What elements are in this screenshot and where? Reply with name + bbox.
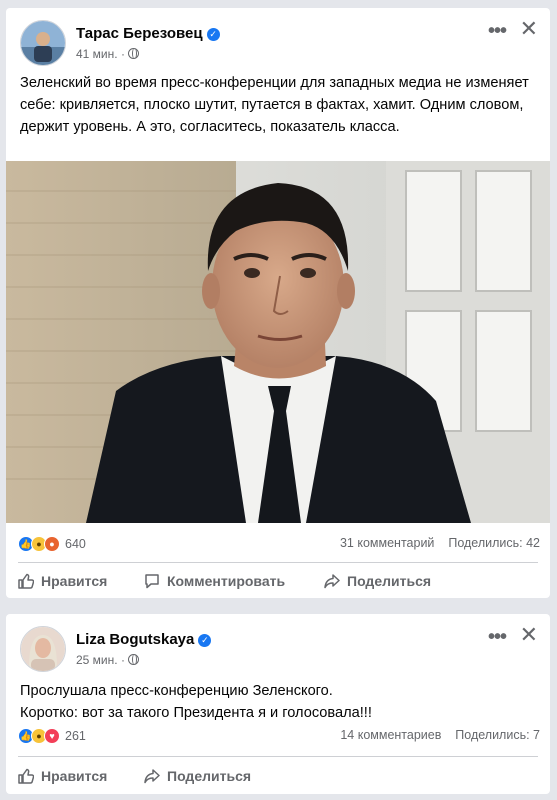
post-meta: 41 мин. · [76, 47, 140, 61]
avatar[interactable] [20, 20, 66, 66]
globe-icon [128, 48, 140, 59]
globe-icon [128, 654, 140, 665]
like-button[interactable]: Нравится [18, 768, 107, 784]
divider [18, 562, 538, 563]
reactions-summary[interactable]: 👍 ● ● 640 [18, 536, 86, 552]
like-icon [18, 768, 34, 784]
like-button[interactable]: Нравится [18, 573, 107, 589]
comments-count[interactable]: 14 комментариев [340, 728, 441, 742]
reactions-count: 261 [65, 729, 86, 743]
verified-badge-icon: ✓ [198, 634, 212, 647]
post-stats: 👍 ● ♥ 261 14 комментариев Поделились: 7 [18, 728, 540, 744]
post-stats: 👍 ● ● 640 31 комментарий Поделились: 42 [18, 536, 540, 552]
post-header: Тарас Березовец ✓ 41 мин. · ••• ✕ [6, 8, 550, 68]
author-name[interactable]: Liza Bogutskaya ✓ [76, 631, 212, 648]
post-meta: 25 мин. · [76, 653, 140, 667]
reactions-summary[interactable]: 👍 ● ♥ 261 [18, 728, 86, 744]
post-photo[interactable] [6, 161, 550, 523]
divider [18, 756, 538, 757]
shares-count[interactable]: Поделились: 42 [448, 536, 540, 550]
post-header: Liza Bogutskaya ✓ 25 мин. · ••• ✕ [6, 614, 550, 674]
comment-button[interactable]: Комментировать [144, 573, 285, 589]
post-text: Зеленский во время пресс-конференции для… [20, 75, 529, 135]
love-reaction-icon: ♥ [44, 728, 60, 744]
post-time[interactable]: 25 мин. [76, 653, 118, 667]
feed-post: Тарас Березовец ✓ 41 мин. · ••• ✕ Зеленск… [6, 8, 550, 598]
post-text: Прослушала пресс-конференцию Зеленского.… [20, 683, 372, 721]
author-name[interactable]: Тарас Березовец ✓ [76, 25, 220, 42]
post-time[interactable]: 41 мин. [76, 47, 118, 61]
close-icon[interactable]: ✕ [520, 622, 538, 648]
close-icon[interactable]: ✕ [520, 16, 538, 42]
avatar[interactable] [20, 626, 66, 672]
more-options-icon[interactable]: ••• [488, 626, 507, 649]
verified-badge-icon: ✓ [206, 28, 220, 41]
more-options-icon[interactable]: ••• [488, 20, 507, 43]
comments-count[interactable]: 31 комментарий [340, 536, 434, 550]
share-icon [324, 574, 340, 589]
comment-icon [145, 574, 159, 589]
share-button[interactable]: Поделиться [324, 573, 431, 589]
share-button[interactable]: Поделиться [144, 768, 251, 784]
post-actions: Нравится Поделиться [6, 762, 550, 792]
post-actions: Нравится Комментировать Поделиться [6, 567, 550, 597]
reactions-count: 640 [65, 537, 86, 551]
angry-reaction-icon: ● [44, 536, 60, 552]
like-icon [18, 573, 34, 589]
feed-post: Liza Bogutskaya ✓ 25 мин. · ••• ✕ Прослуш… [6, 614, 550, 794]
shares-count[interactable]: Поделились: 7 [455, 728, 540, 742]
share-icon [144, 769, 160, 784]
